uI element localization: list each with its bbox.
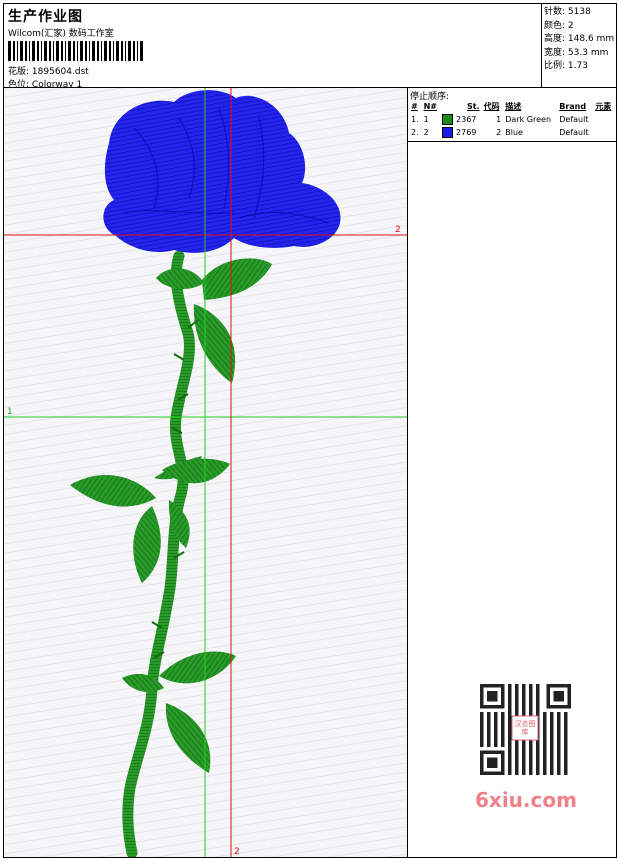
rose-head [103, 90, 341, 253]
header-info: 生产作业图 Wilcom(汇家) 数码工作室 花版: 1895604.dst 色… [4, 4, 541, 90]
guide-label-red-h: 2 [395, 225, 401, 235]
guide-label-green-h: 1 [7, 407, 13, 417]
stats-panel: 针数: 5138 颜色: 2 高度: 148.6 mm 宽度: 53.3 mm … [541, 4, 616, 88]
color-swatch [442, 114, 454, 125]
leaf [202, 258, 272, 300]
design-label: 花版: [8, 67, 30, 77]
design-row: 花版: 1895604.dst [8, 64, 89, 77]
leaf [156, 268, 204, 290]
barcode-icon [8, 41, 143, 61]
col-code: 代码 [483, 102, 500, 111]
leaf [133, 506, 161, 583]
stat-height: 高度: 148.6 mm [544, 34, 615, 44]
page-title: 生产作业图 [8, 9, 83, 25]
table-row: 1. 1 2367 1 Dark Green Default [411, 114, 589, 125]
rose-embroidery [4, 88, 407, 857]
design-value: 1895604.dst [31, 67, 89, 77]
stat-colors: 颜色: 2 [544, 20, 574, 31]
col-number: N# [423, 102, 438, 111]
col-stitches: St. [466, 102, 480, 111]
leaf [70, 475, 156, 507]
stat-width: 宽度: 53.3 mm [544, 47, 609, 58]
watermark-site: 6xiu.com [475, 788, 577, 812]
stop-sequence-table: # N# St. 代码 描述 Brand 元素 1. 1 2367 1 Dark… [409, 100, 615, 139]
col-brand: Brand [559, 102, 587, 111]
col-desc: 描述 [505, 102, 522, 111]
stat-scale: 比例: 1.73 [544, 61, 588, 71]
color-swatch [442, 127, 454, 138]
table-header-row: # N# St. 代码 描述 Brand 元素 [409, 100, 615, 113]
stop-sequence-panel: 停止顺序: # N# St. 代码 描述 Brand 元素 1. 1 2367 … [408, 88, 616, 142]
stat-stitches: 针数: 5138 [544, 7, 591, 17]
guide-label-red-v: 2 [234, 847, 240, 857]
leaf [159, 651, 236, 684]
qr-caption: 汉衣图库 [514, 720, 536, 736]
leaf [162, 458, 230, 484]
leaf [193, 304, 236, 383]
col-index: # [411, 102, 418, 111]
col-element: 元素 [595, 102, 612, 111]
leaf [165, 703, 211, 773]
design-canvas: 2 1 2 [4, 88, 408, 857]
studio-name: Wilcom(汇家) 数码工作室 [8, 29, 114, 39]
table-row: 2. 2 2769 2 Blue Default [411, 127, 589, 138]
stats-list: 针数: 5138 颜色: 2 高度: 148.6 mm 宽度: 53.3 mm … [542, 4, 616, 74]
